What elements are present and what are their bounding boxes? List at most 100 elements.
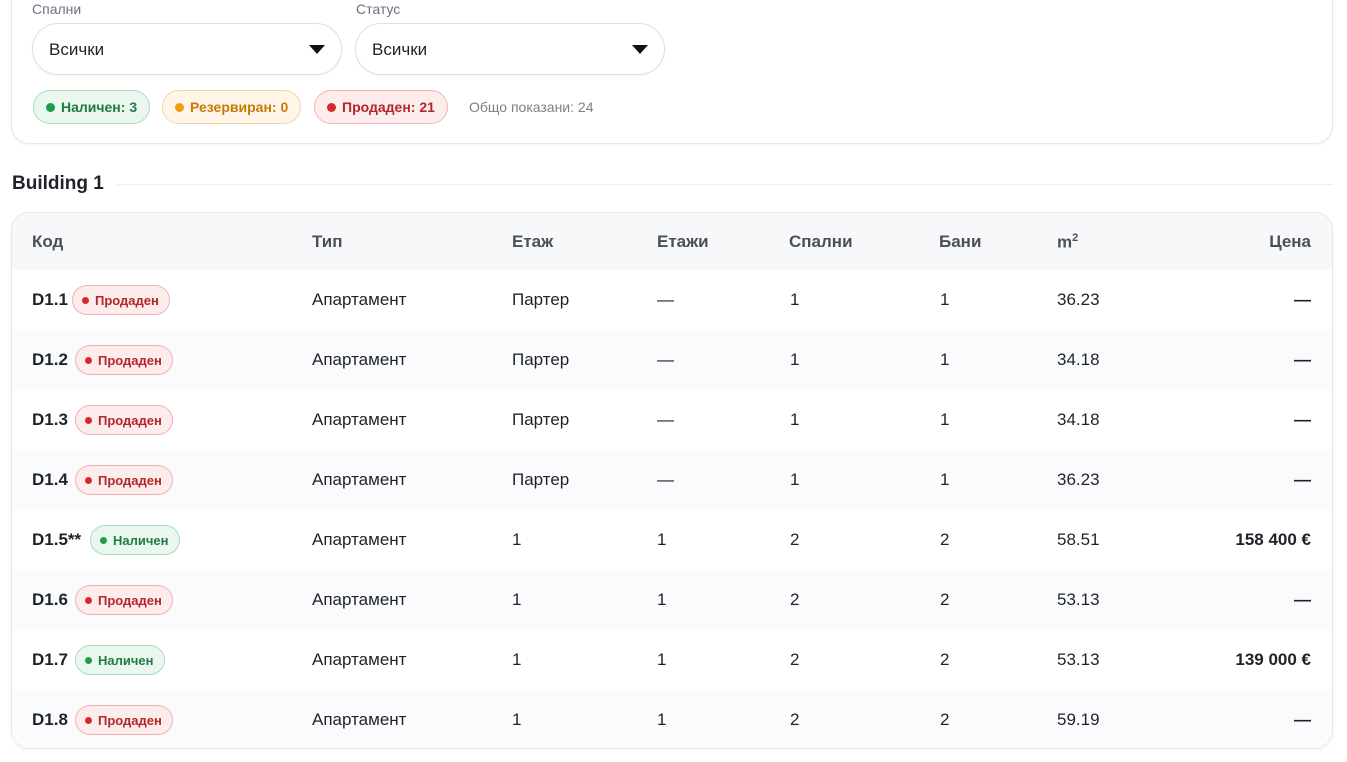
area-cell: 53.13 xyxy=(1057,650,1100,669)
area-cell: 34.18 xyxy=(1057,350,1100,369)
column-header-floors[interactable]: Етажи xyxy=(657,232,709,252)
floor-cell: Партер xyxy=(512,410,570,429)
table-row[interactable]: D1.8 Продаден Апартамент 1 1 2 2 59.19 — xyxy=(12,690,1332,748)
column-header-floor[interactable]: Етаж xyxy=(512,232,553,252)
price-cell: — xyxy=(1294,290,1311,309)
floors-cell: — xyxy=(657,350,674,369)
bedrooms-cell: 2 xyxy=(790,710,800,729)
floors-cell: — xyxy=(657,470,674,489)
price-cell: 139 000 € xyxy=(1235,650,1311,669)
baths-cell: 2 xyxy=(940,650,950,669)
area-unit: m xyxy=(1057,232,1073,252)
unit-code: D1.7 xyxy=(32,650,68,669)
column-header-baths[interactable]: Бани xyxy=(939,232,981,252)
area-cell: 36.23 xyxy=(1057,470,1100,489)
area-cell: 59.19 xyxy=(1057,710,1100,729)
area-unit-exponent: 2 xyxy=(1072,232,1079,244)
status-badge-label: Продаден xyxy=(98,592,162,608)
sold-count-chip[interactable]: Продаден: 21 xyxy=(314,90,448,124)
table-row[interactable]: D1.4 Продаден Апартамент Партер — 1 1 36.23 — xyxy=(12,450,1332,510)
floors-cell: 1 xyxy=(657,650,667,669)
status-badge: Продаден xyxy=(75,585,173,615)
status-badge: Наличен xyxy=(75,645,165,675)
status-badge: Продаден xyxy=(75,405,173,435)
type-cell: Апартамент xyxy=(312,590,407,609)
available-count-label: Наличен: 3 xyxy=(61,99,138,115)
price-cell: — xyxy=(1294,410,1311,429)
price-cell: — xyxy=(1294,590,1311,609)
table-row[interactable]: D1.2 Продаден Апартамент Партер — 1 1 34.18 — xyxy=(12,330,1332,390)
type-cell: Апартамент xyxy=(312,650,407,669)
status-dot-icon xyxy=(85,596,92,604)
bedrooms-cell: 1 xyxy=(790,470,800,489)
price-cell: 158 400 € xyxy=(1235,530,1311,549)
floor-cell: Партер xyxy=(512,470,570,489)
floors-cell: 1 xyxy=(657,530,667,549)
status-dot-icon xyxy=(85,356,92,364)
status-dot-icon xyxy=(85,476,92,484)
available-count-chip[interactable]: Наличен: 3 xyxy=(33,90,151,124)
unit-code: D1.1 xyxy=(32,290,68,309)
bedrooms-cell: 1 xyxy=(790,410,800,429)
status-badge-label: Наличен xyxy=(113,532,169,548)
floors-cell: 1 xyxy=(657,710,667,729)
status-dot-icon xyxy=(85,656,92,664)
area-cell: 34.18 xyxy=(1057,410,1100,429)
baths-cell: 1 xyxy=(940,350,950,369)
column-header-type[interactable]: Тип xyxy=(312,232,342,252)
bedrooms-select[interactable]: Всички xyxy=(32,23,342,75)
area-cell: 58.51 xyxy=(1057,530,1100,549)
baths-cell: 1 xyxy=(940,410,950,429)
reserved-count-chip[interactable]: Резервиран: 0 xyxy=(162,90,302,124)
price-cell: — xyxy=(1294,350,1311,369)
column-header-bedrooms[interactable]: Спални xyxy=(789,232,853,252)
baths-cell: 1 xyxy=(940,470,950,489)
type-cell: Апартамент xyxy=(312,710,407,729)
status-dot-icon xyxy=(82,296,89,304)
status-dot-icon xyxy=(85,416,92,424)
bedrooms-cell: 1 xyxy=(790,350,800,369)
status-select-value: Всички xyxy=(372,40,428,59)
status-dot-icon xyxy=(46,102,55,112)
status-badge-label: Продаден xyxy=(98,712,162,728)
floor-cell: 1 xyxy=(512,590,522,609)
floor-cell: 1 xyxy=(512,530,522,549)
bedrooms-cell: 2 xyxy=(790,590,800,609)
floor-cell: 1 xyxy=(512,650,522,669)
baths-cell: 2 xyxy=(940,530,950,549)
floors-cell: 1 xyxy=(657,590,667,609)
sold-count-label: Продаден: 21 xyxy=(342,99,435,115)
unit-code: D1.3 xyxy=(32,410,68,429)
column-header-price[interactable]: Цена xyxy=(1269,232,1311,252)
status-badge-label: Продаден xyxy=(98,472,162,488)
floor-cell: 1 xyxy=(512,710,522,729)
section-title: Building 1 xyxy=(12,173,104,194)
filter-panel: Спални Всички Статус Всички Наличен: 3 Р… xyxy=(11,0,1333,144)
bedrooms-cell: 2 xyxy=(790,650,800,669)
type-cell: Апартамент xyxy=(312,470,407,489)
total-shown-text: Общо показани: 24 xyxy=(469,99,594,115)
table-row[interactable]: D1.5** Наличен Апартамент 1 1 2 2 58.51 158 400 … xyxy=(12,510,1332,570)
column-header-area[interactable]: m2 xyxy=(1057,232,1078,253)
type-cell: Апартамент xyxy=(312,350,407,369)
floor-cell: Партер xyxy=(512,350,570,369)
unit-code: D1.4 xyxy=(32,470,68,489)
status-badge: Продаден xyxy=(75,705,173,735)
column-header-code[interactable]: Код xyxy=(32,232,63,252)
baths-cell: 2 xyxy=(940,710,950,729)
status-select[interactable]: Всички xyxy=(355,23,665,75)
floors-cell: — xyxy=(657,410,674,429)
status-dot-icon xyxy=(327,102,336,112)
price-cell: — xyxy=(1294,710,1311,729)
unit-code: D1.2 xyxy=(32,350,68,369)
status-badge-label: Продаден xyxy=(95,292,159,308)
bedrooms-select-value: Всички xyxy=(49,40,105,59)
price-cell: — xyxy=(1294,470,1311,489)
status-dot-icon xyxy=(85,716,92,724)
table-row[interactable]: D1.6 Продаден Апартамент 1 1 2 2 53.13 — xyxy=(12,570,1332,630)
table-row[interactable]: D1.3 Продаден Апартамент Партер — 1 1 34.18 — xyxy=(12,390,1332,450)
table-row[interactable]: D1.1 Продаден Апартамент Партер — 1 1 36.23 — xyxy=(12,270,1332,330)
status-filter-label: Статус xyxy=(356,1,401,17)
table-row[interactable]: D1.7 Наличен Апартамент 1 1 2 2 53.13 139 000 € xyxy=(12,630,1332,690)
reserved-count-label: Резервиран: 0 xyxy=(190,99,289,115)
